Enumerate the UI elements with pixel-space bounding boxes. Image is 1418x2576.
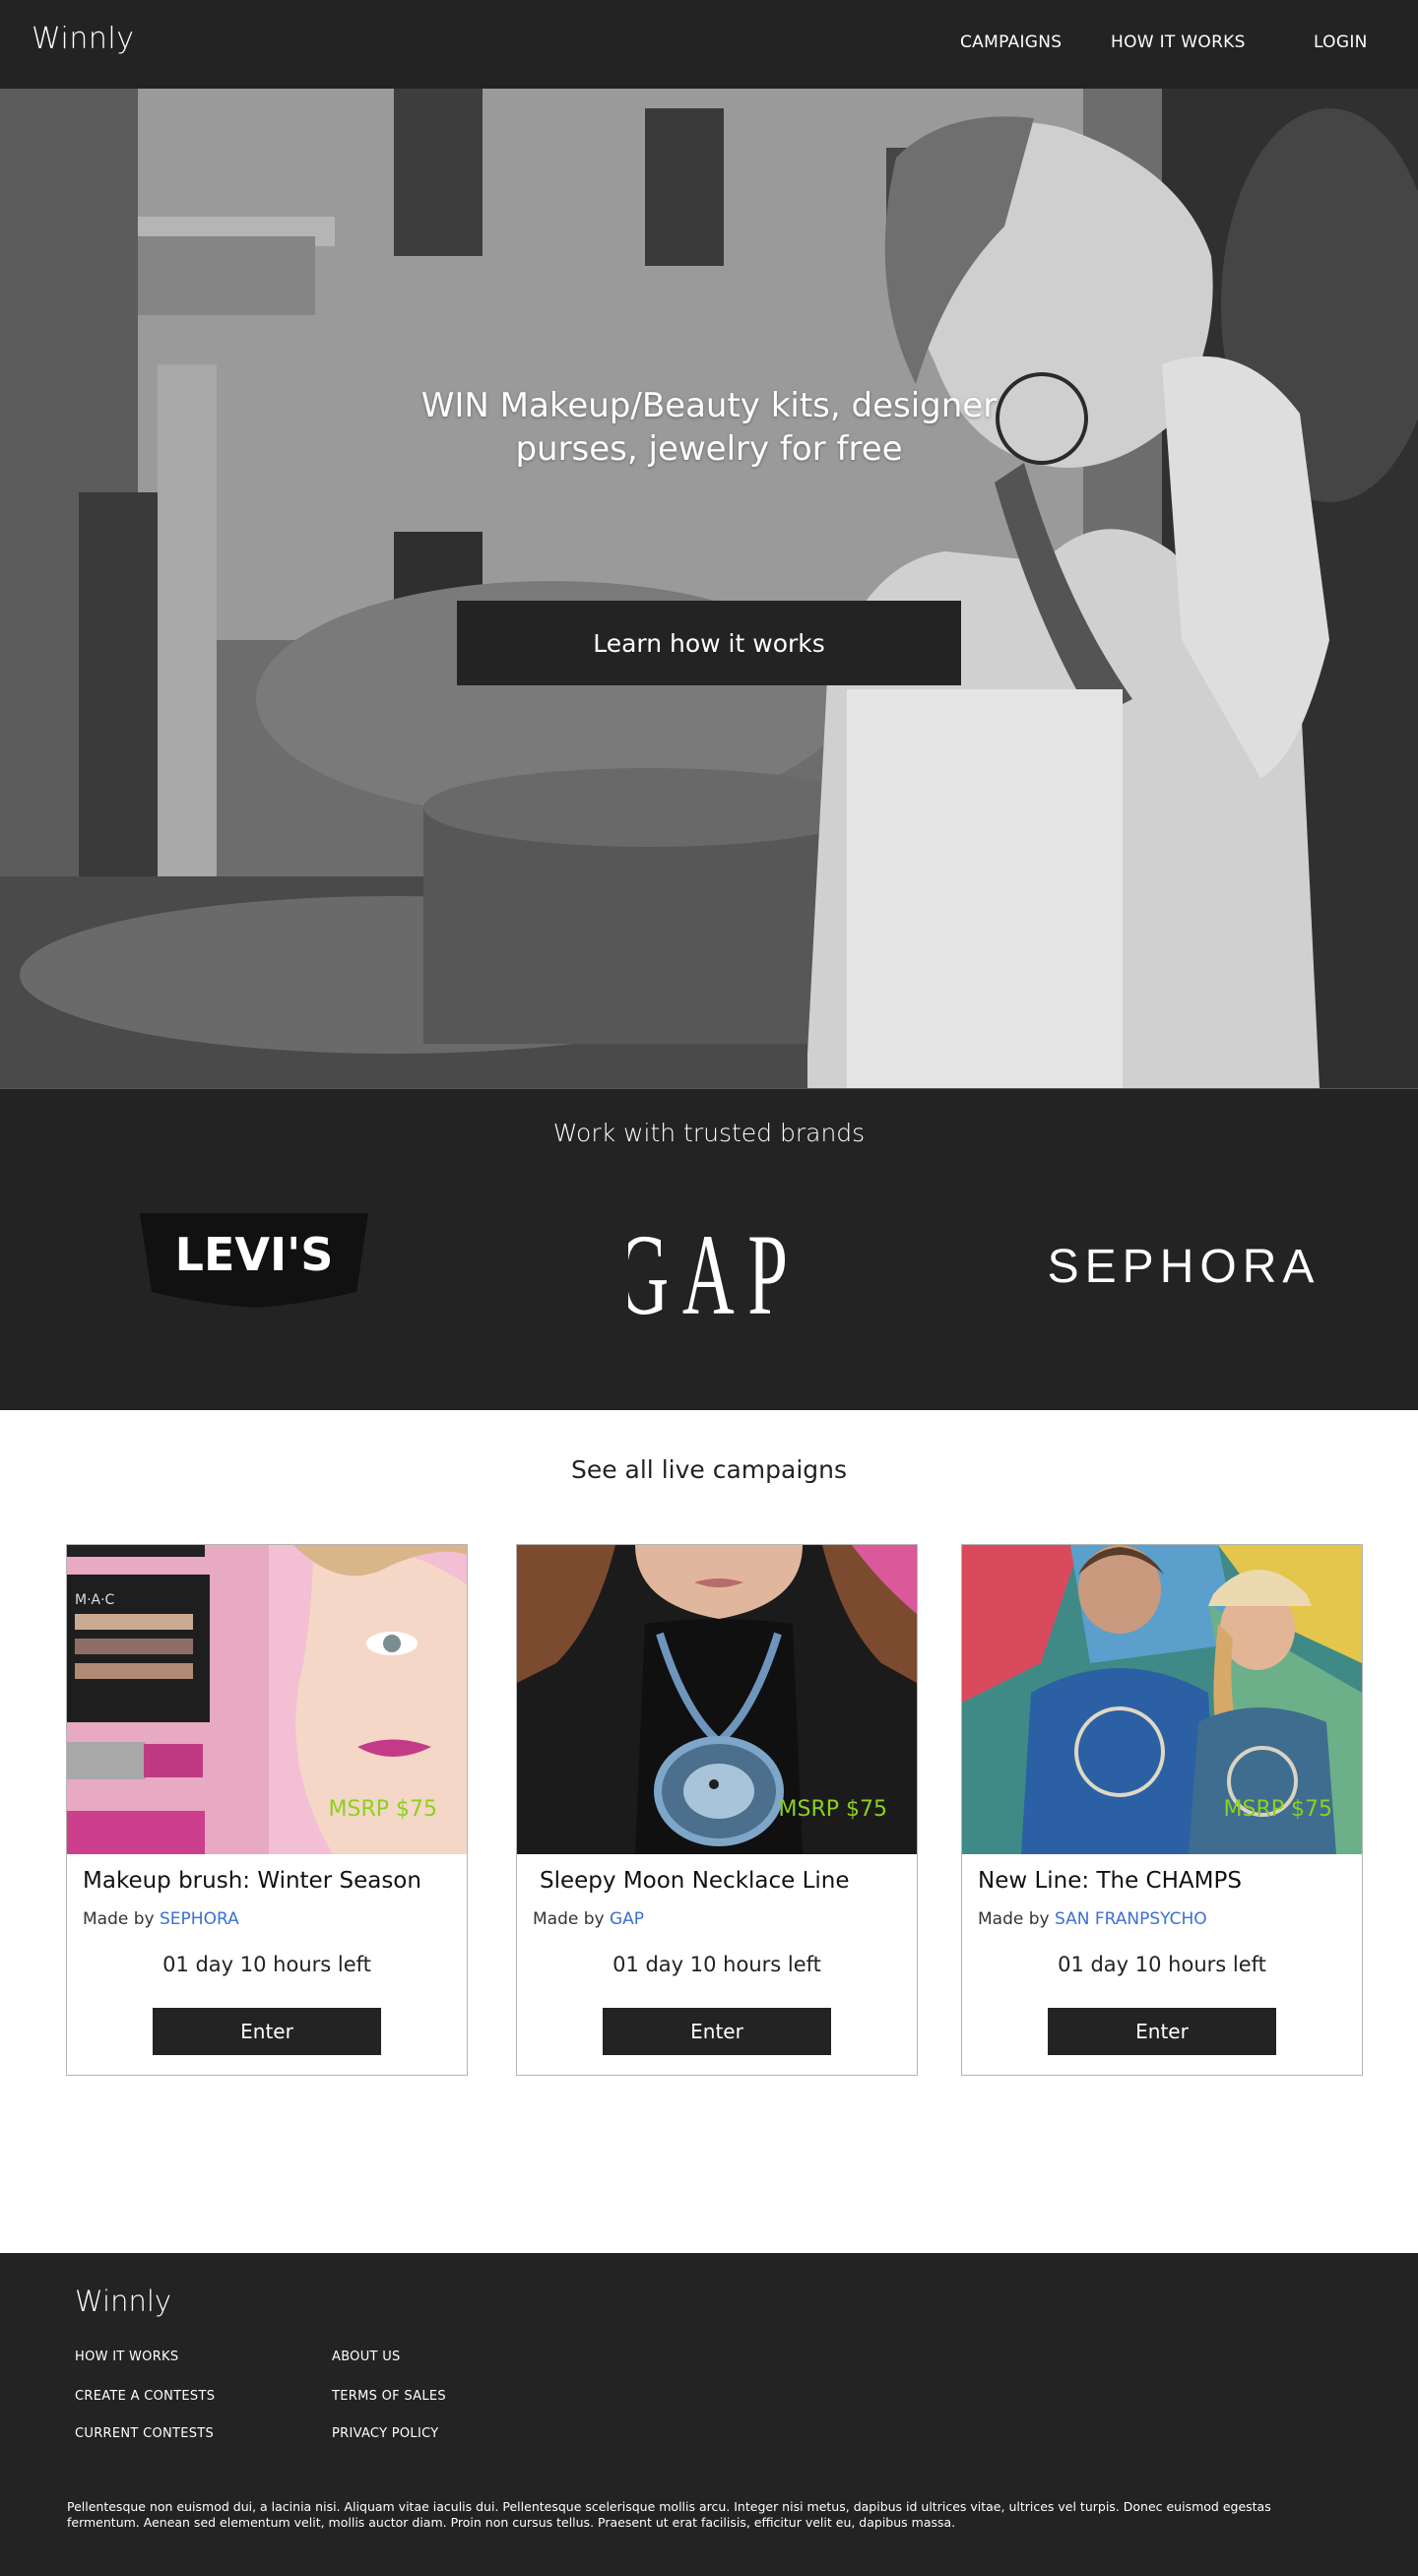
footer-link-create-contests[interactable]: CREATE A CONTESTS — [75, 2389, 215, 2404]
campaign-title[interactable]: Sleepy Moon Necklace Line — [540, 1868, 850, 1894]
brands-title: Work with trusted brands — [552, 1119, 866, 1147]
hero-title: WIN Makeup/Beauty kits, designer purses,… — [354, 384, 1064, 471]
msrp-label: MSRP $75 — [1223, 1797, 1332, 1822]
made-by-label: Made by — [83, 1909, 155, 1929]
maker-link[interactable]: SAN FRANPSYCHO — [1055, 1909, 1207, 1929]
campaign-card: M·A·C MSRP $75 Makeup brush: Winter Seas… — [66, 1544, 468, 2076]
nav-how-it-works[interactable]: HOW IT WORKS — [1111, 32, 1246, 52]
campaign-maker: Made by SEPHORA — [83, 1909, 239, 1929]
trusted-brands-section: Work with trusted brands LEVI'S GAP SEPH… — [0, 1088, 1418, 1410]
made-by-label: Made by — [533, 1909, 605, 1929]
nav-campaigns[interactable]: CAMPAIGNS — [960, 32, 1062, 52]
maker-link[interactable]: GAP — [610, 1909, 644, 1929]
site-logo[interactable]: Winnly — [32, 22, 134, 56]
campaign-image-necklace[interactable]: MSRP $75 — [517, 1545, 917, 1854]
made-by-label: Made by — [978, 1909, 1050, 1929]
gap-logo-text: GAP — [628, 1212, 790, 1321]
time-left: 01 day 10 hours left — [612, 1953, 821, 1976]
site-footer: Winnly HOW IT WORKS CREATE A CONTESTS CU… — [0, 2253, 1418, 2576]
enter-button[interactable]: Enter — [603, 2008, 831, 2055]
footer-description: Pellentesque non euismod dui, a lacinia … — [67, 2499, 1271, 2530]
footer-link-about-us[interactable]: ABOUT US — [332, 2350, 401, 2364]
msrp-label: MSRP $75 — [328, 1797, 437, 1822]
gap-logo: GAP — [616, 1211, 790, 1340]
levis-logo-text: LEVI'S — [175, 1228, 334, 1281]
sephora-logo: SEPHORA — [1048, 1237, 1320, 1293]
footer-link-current-contests[interactable]: CURRENT CONTESTS — [75, 2426, 214, 2441]
site-header: Winnly CAMPAIGNS HOW IT WORKS LOGIN — [0, 0, 1418, 89]
campaign-title[interactable]: Makeup brush: Winter Season — [83, 1868, 421, 1894]
footer-link-terms-of-sales[interactable]: TERMS OF SALES — [332, 2389, 446, 2404]
campaign-maker: Made by SAN FRANPSYCHO — [978, 1909, 1207, 1929]
footer-link-how-it-works[interactable]: HOW IT WORKS — [75, 2350, 178, 2364]
learn-how-it-works-button[interactable]: Learn how it works — [457, 601, 961, 685]
footer-logo[interactable]: Winnly — [75, 2285, 171, 2318]
sephora-logo-text: SEPHORA — [1048, 1241, 1320, 1292]
campaigns-title: See all live campaigns — [570, 1455, 848, 1484]
campaign-card: MSRP $75 Sleepy Moon Necklace Line Made … — [516, 1544, 918, 2076]
campaign-maker: Made by GAP — [533, 1909, 644, 1929]
levis-logo: LEVI'S — [140, 1213, 368, 1312]
time-left: 01 day 10 hours left — [1058, 1953, 1266, 1976]
hero-photo — [0, 89, 1418, 1088]
enter-button[interactable]: Enter — [1048, 2008, 1276, 2055]
campaign-image-makeup[interactable]: M·A·C MSRP $75 — [67, 1545, 467, 1854]
hero-title-line-1: WIN Makeup/Beauty kits, designer — [420, 386, 998, 425]
nav-login[interactable]: LOGIN — [1314, 32, 1368, 52]
hero-title-line-2: purses, jewelry for free — [515, 429, 903, 469]
svg-text:M·A·C: M·A·C — [75, 1592, 115, 1608]
hero-banner: WIN Makeup/Beauty kits, designer purses,… — [0, 89, 1418, 1088]
campaign-card: MSRP $75 New Line: The CHAMPS Made by SA… — [961, 1544, 1363, 2076]
campaign-title[interactable]: New Line: The CHAMPS — [978, 1868, 1242, 1894]
msrp-label: MSRP $75 — [778, 1797, 887, 1822]
maker-link[interactable]: SEPHORA — [160, 1909, 239, 1929]
campaign-image-champs[interactable]: MSRP $75 — [962, 1545, 1362, 1854]
time-left: 01 day 10 hours left — [162, 1953, 371, 1976]
enter-button[interactable]: Enter — [153, 2008, 381, 2055]
footer-link-privacy-policy[interactable]: PRIVACY POLICY — [332, 2426, 439, 2441]
